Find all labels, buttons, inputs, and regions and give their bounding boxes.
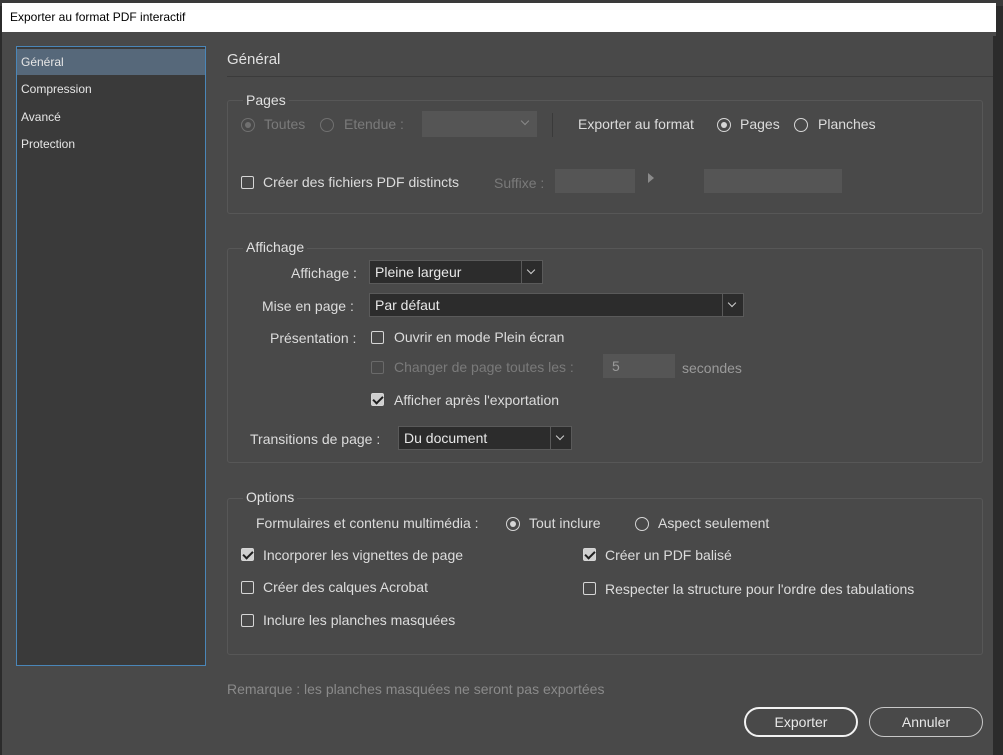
separate-files-checkbox[interactable] (241, 176, 254, 189)
layout-select-value: Par défaut (375, 297, 440, 313)
forms-label: Formulaires et contenu multimédia : (256, 515, 479, 531)
export-pages-radio[interactable] (717, 118, 731, 132)
thumbnails-checkbox[interactable] (241, 548, 254, 561)
chevron-down-icon (722, 294, 743, 316)
export-pdf-dialog: Exporter au format PDF interactif Généra… (2, 3, 996, 755)
flip-seconds-field[interactable]: 5 (603, 354, 675, 378)
chevron-down-icon (516, 112, 536, 134)
hidden-spreads-label: Inclure les planches masquées (263, 612, 456, 628)
layout-select[interactable]: Par défaut (369, 293, 744, 317)
suffix-field[interactable] (555, 169, 635, 193)
heading-divider (227, 76, 995, 77)
view-select[interactable]: Pleine largeur (369, 260, 543, 284)
flip-seconds-value: 5 (612, 358, 620, 374)
caret-right-icon (648, 173, 654, 183)
pages-range-label: Etendue : (344, 116, 404, 132)
include-all-label: Tout inclure (529, 515, 601, 531)
pages-range-select[interactable] (422, 111, 537, 137)
transitions-label: Transitions de page : (250, 431, 381, 447)
presentation-label: Présentation : (270, 330, 357, 346)
acrobat-layers-label: Créer des calques Acrobat (263, 579, 428, 595)
thumbnails-label: Incorporer les vignettes de page (263, 547, 464, 563)
view-after-export-label: Afficher après l'exportation (394, 392, 560, 408)
separate-files-label: Créer des fichiers PDF distincts (263, 174, 460, 190)
fullscreen-checkbox[interactable] (371, 331, 384, 344)
flip-every-checkbox[interactable] (371, 361, 384, 374)
options-group-title: Options (243, 489, 298, 505)
transitions-select-value: Du document (404, 430, 488, 446)
transitions-select[interactable]: Du document (398, 426, 572, 450)
export-as-label: Exporter au format (578, 116, 694, 132)
export-button[interactable]: Exporter (744, 707, 858, 737)
pages-range-radio[interactable] (320, 118, 334, 132)
sidebar-item-general[interactable]: Général (17, 49, 205, 75)
background-app-edge (993, 36, 1003, 755)
sidebar-item-protection[interactable]: Protection (17, 131, 205, 157)
appearance-only-radio[interactable] (635, 517, 649, 531)
appearance-only-label: Aspect seulement (658, 515, 770, 531)
seconds-label: secondes (682, 360, 742, 376)
pages-all-label: Toutes (264, 116, 306, 132)
display-group-title: Affichage (243, 239, 308, 255)
export-spreads-label: Planches (818, 116, 876, 132)
pages-separator (552, 113, 553, 137)
sidebar-item-advanced[interactable]: Avancé (17, 104, 205, 130)
tagged-pdf-checkbox[interactable] (583, 548, 596, 561)
sidebar-item-compression[interactable]: Compression (17, 76, 205, 102)
flip-every-label: Changer de page toutes les : (394, 359, 574, 375)
view-select-value: Pleine largeur (375, 264, 462, 280)
include-all-radio[interactable] (506, 517, 520, 531)
hidden-spreads-note: Remarque : les planches masquées ne sero… (227, 681, 605, 697)
tab-order-label: Respecter la structure pour l'ordre des … (605, 581, 915, 597)
chevron-down-icon (550, 427, 571, 449)
export-spreads-radio[interactable] (794, 118, 808, 132)
window-title: Exporter au format PDF interactif (10, 10, 186, 24)
cancel-button[interactable]: Annuler (869, 707, 983, 737)
suffix-preview-field[interactable] (704, 169, 842, 193)
suffix-label: Suffixe : (494, 175, 545, 191)
tab-order-checkbox[interactable] (583, 582, 596, 595)
sidebar: Général Compression Avancé Protection (16, 46, 206, 666)
layout-label: Mise en page : (262, 298, 354, 314)
acrobat-layers-checkbox[interactable] (241, 581, 254, 594)
view-label: Affichage : (291, 265, 357, 281)
tagged-pdf-label: Créer un PDF balisé (605, 547, 732, 563)
section-heading: Général (227, 51, 281, 68)
view-after-export-checkbox[interactable] (371, 393, 384, 406)
pages-all-radio[interactable] (241, 118, 255, 132)
title-bar[interactable]: Exporter au format PDF interactif (2, 3, 996, 32)
export-pages-label: Pages (740, 116, 780, 132)
hidden-spreads-checkbox[interactable] (241, 614, 254, 627)
chevron-down-icon (521, 261, 542, 283)
fullscreen-label: Ouvrir en mode Plein écran (394, 329, 565, 345)
pages-group-title: Pages (243, 92, 289, 108)
